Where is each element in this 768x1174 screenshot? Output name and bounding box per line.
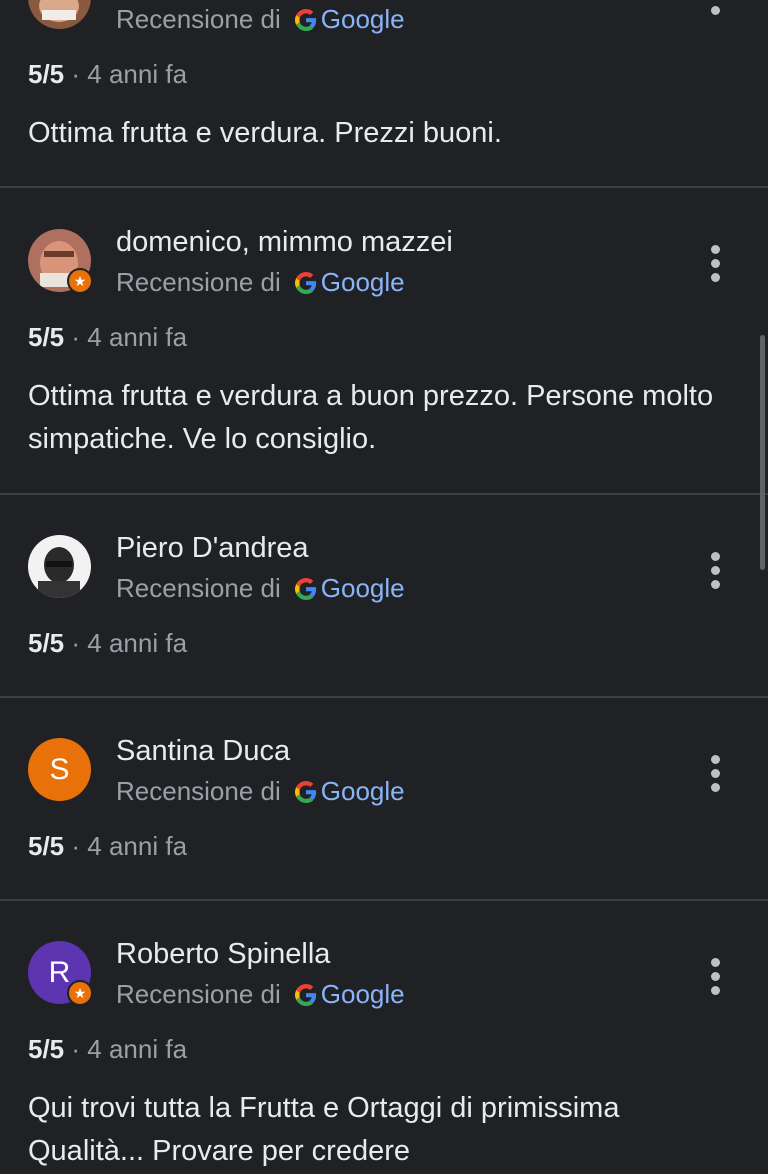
reviewer-name[interactable]: Piero D'andrea	[116, 532, 309, 565]
review-rating: 5/5	[28, 628, 65, 658]
review-time: 4 anni fa	[87, 322, 188, 352]
more-vert-icon[interactable]	[700, 552, 732, 596]
review-source: Recensione di Google	[116, 267, 405, 298]
review-source-prefix: Recensione di	[116, 4, 281, 34]
more-vert-icon[interactable]	[700, 0, 732, 32]
avatar-photo	[28, 535, 91, 598]
review-source: Recensione di Google	[116, 4, 405, 35]
local-guide-star-icon: ★	[67, 268, 93, 294]
review-text: Ottima frutta e verdura. Prezzi buoni.	[28, 117, 502, 149]
review-source: Recensione di Google	[116, 979, 405, 1010]
review-divider	[0, 186, 768, 188]
review-divider	[0, 899, 768, 901]
reviewer-avatar[interactable]: S	[28, 738, 91, 801]
review-rating-line: 5/5 · 4 anni fa	[28, 322, 188, 352]
review-source-google[interactable]: Google	[321, 4, 405, 35]
more-vert-icon[interactable]	[700, 755, 732, 799]
review-rating: 5/5	[28, 322, 65, 352]
local-guide-star-icon: ★	[67, 980, 93, 1006]
reviewer-avatar[interactable]: R ★	[28, 941, 93, 1006]
review-source-google[interactable]: Google	[321, 979, 405, 1010]
review-source-google[interactable]: Google	[321, 267, 405, 298]
reviewer-name[interactable]: Santina Duca	[116, 735, 290, 768]
review-time: 4 anni fa	[87, 1034, 188, 1064]
review-rating: 5/5	[28, 831, 65, 861]
review-rating: 5/5	[28, 59, 65, 89]
review-time: 4 anni fa	[87, 628, 188, 658]
more-vert-icon[interactable]	[700, 245, 732, 289]
review-source-google[interactable]: Google	[321, 573, 405, 604]
review-source-prefix: Recensione di	[116, 776, 281, 806]
reviewer-avatar[interactable]: ★	[28, 229, 93, 294]
review-time: 4 anni fa	[87, 59, 188, 89]
reviewer-name[interactable]: domenico, mimmo mazzei	[116, 226, 453, 259]
google-g-icon	[294, 577, 316, 600]
review-rating-line: 5/5 · 4 anni fa	[28, 831, 188, 861]
review-time: 4 anni fa	[87, 831, 188, 861]
review-rating-line: 5/5 · 4 anni fa	[28, 59, 188, 89]
google-g-icon	[294, 983, 316, 1006]
review-source-prefix: Recensione di	[116, 267, 281, 297]
review-divider	[0, 696, 768, 698]
review-source-prefix: Recensione di	[116, 979, 281, 1009]
review-text: Ottima frutta e verdura a buon prezzo. P…	[28, 380, 714, 455]
review-source: Recensione di Google	[116, 573, 405, 604]
review-text: Qui trovi tutta la Frutta e Ortaggi di p…	[28, 1092, 620, 1167]
more-vert-icon[interactable]	[700, 958, 732, 1002]
google-g-icon	[294, 271, 316, 294]
scrollbar[interactable]	[760, 335, 765, 570]
review-divider	[0, 493, 768, 495]
review-rating-line: 5/5 · 4 anni fa	[28, 628, 188, 658]
reviewer-avatar[interactable]	[28, 0, 91, 29]
review-source-google[interactable]: Google	[321, 776, 405, 807]
review-source-prefix: Recensione di	[116, 573, 281, 603]
google-g-icon	[294, 8, 316, 31]
google-g-icon	[294, 780, 316, 803]
review-source: Recensione di Google	[116, 776, 405, 807]
avatar-letter: S	[28, 738, 91, 801]
avatar-photo	[28, 0, 91, 29]
review-rating: 5/5	[28, 1034, 65, 1064]
reviewer-name[interactable]: Roberto Spinella	[116, 938, 330, 971]
review-rating-line: 5/5 · 4 anni fa	[28, 1034, 188, 1064]
reviewer-avatar[interactable]	[28, 535, 91, 598]
